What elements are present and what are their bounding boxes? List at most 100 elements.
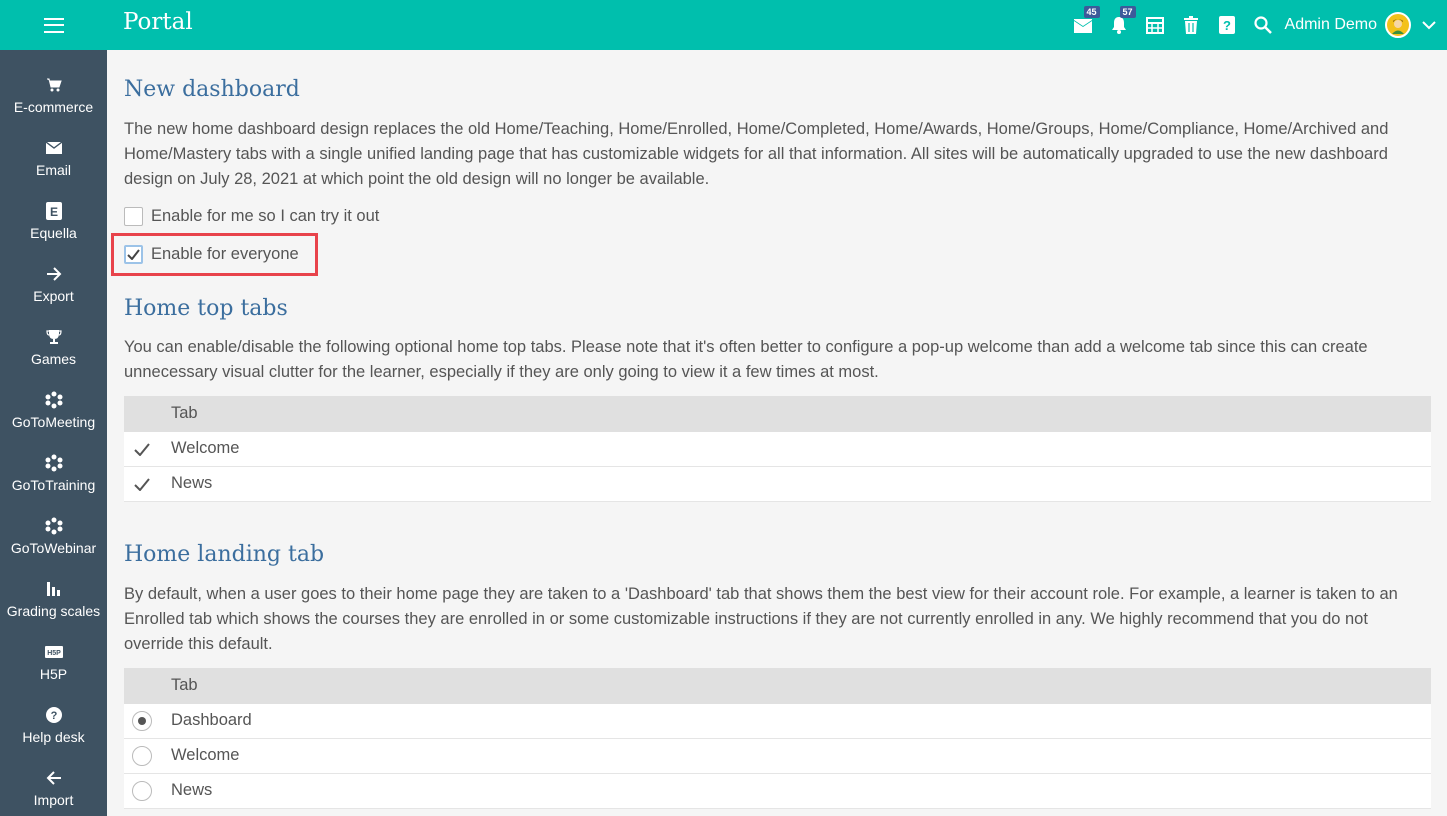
table-row: Welcome [124, 432, 1431, 467]
sidebar-item-label: GoToTraining [11, 477, 96, 493]
section-heading-home-landing-tab: Home landing tab [124, 542, 325, 567]
menu-toggle-button[interactable] [0, 0, 107, 50]
messages-button[interactable]: 45 [1065, 0, 1101, 50]
section-heading-new-dashboard: New dashboard [124, 77, 300, 102]
sidebar-item-gotomeeting[interactable]: GoToMeeting [0, 377, 107, 440]
sidebar-item-h5p[interactable]: H5P H5P [0, 629, 107, 692]
cart-icon [46, 78, 62, 92]
row-label: News [171, 781, 213, 799]
sidebar-item-label: Games [30, 351, 77, 367]
radio-unselected-icon [132, 746, 152, 766]
search-icon [1253, 16, 1272, 34]
home-top-tabs-description: You can enable/disable the following opt… [124, 338, 1368, 381]
help-button[interactable]: ? [1209, 0, 1245, 50]
sidebar-item-label: Equella [30, 225, 77, 241]
gotowebinar-icon [45, 517, 62, 535]
column-header-tab: Tab [171, 676, 198, 694]
sidebar-item-gototraining[interactable]: GoToTraining [0, 440, 107, 503]
table-header: Tab [124, 396, 1431, 432]
mail-icon [1073, 19, 1092, 33]
sidebar-item-label: E-commerce [13, 99, 94, 115]
search-button[interactable] [1245, 0, 1281, 50]
sidebar-item-export[interactable]: Export [0, 251, 107, 314]
table-row: Dashboard [124, 704, 1431, 739]
svg-text:?: ? [1223, 18, 1231, 33]
calendar-icon [1145, 17, 1164, 34]
sidebar-item-equella[interactable]: E Equella [0, 188, 107, 251]
row-label: Dashboard [171, 711, 252, 729]
section-heading-home-top-tabs: Home top tabs [124, 296, 288, 321]
equella-icon: E [45, 202, 62, 220]
sidebar-item-label: Import [33, 792, 74, 808]
home-landing-tab-table: Tab Dashboard Welcome News [124, 668, 1431, 809]
hamburger-icon [43, 17, 64, 33]
arrow-left-icon [46, 771, 61, 785]
sidebar-item-label: GoToMeeting [11, 414, 96, 430]
enable-for-me-option: Enable for me so I can try it out [124, 204, 379, 228]
sidebar: E-commerce Email E Equella Export Games … [0, 50, 107, 816]
enable-for-everyone-label[interactable]: Enable for everyone [151, 245, 299, 264]
table-row: Welcome [124, 739, 1431, 774]
bar-chart-icon [46, 582, 60, 596]
sidebar-item-label: Email [35, 162, 71, 178]
sidebar-item-import[interactable]: Import [0, 755, 107, 816]
trash-icon [1183, 16, 1198, 34]
trophy-icon [45, 330, 62, 344]
news-tab-checkbox[interactable] [132, 474, 152, 494]
checkmark-icon [127, 248, 140, 260]
h5p-icon: H5P [44, 646, 63, 658]
checkmark-icon [134, 442, 150, 456]
enable-for-me-checkbox[interactable] [124, 206, 143, 226]
checkmark-icon [134, 477, 150, 491]
welcome-radio[interactable] [132, 746, 152, 766]
trash-button[interactable] [1173, 0, 1209, 50]
notifications-badge: 57 [1119, 6, 1136, 18]
question-circle-icon: ? [45, 707, 62, 723]
sidebar-item-label: Export [33, 288, 74, 304]
radio-selected-icon [132, 711, 152, 731]
mail-badge: 45 [1083, 6, 1100, 18]
calendar-button[interactable] [1137, 0, 1173, 50]
bell-icon [1111, 17, 1126, 34]
sidebar-item-gotowebinar[interactable]: GoToWebinar [0, 503, 107, 566]
svg-text:?: ? [50, 710, 57, 722]
user-avatar-icon [1392, 19, 1404, 34]
news-radio[interactable] [132, 781, 152, 801]
avatar[interactable] [1385, 12, 1411, 38]
sidebar-item-label: GoToWebinar [10, 540, 97, 556]
sidebar-item-grading-scales[interactable]: Grading scales [0, 566, 107, 629]
app-title: Portal [123, 9, 193, 35]
sidebar-item-label: H5P [39, 666, 68, 682]
enable-for-me-label[interactable]: Enable for me so I can try it out [151, 207, 379, 226]
sidebar-item-help-desk[interactable]: ? Help desk [0, 692, 107, 755]
sidebar-item-label: Grading scales [6, 603, 101, 619]
top-bar: Portal 45 57 ? Admin Demo [0, 0, 1447, 50]
radio-unselected-icon [132, 781, 152, 801]
enable-for-everyone-checkbox[interactable] [124, 244, 143, 264]
sidebar-item-games[interactable]: Games [0, 314, 107, 377]
notifications-button[interactable]: 57 [1101, 0, 1137, 50]
home-landing-tab-description: By default, when a user goes to their ho… [124, 585, 1398, 653]
row-label: Welcome [171, 746, 240, 764]
table-row: News [124, 774, 1431, 809]
dashboard-radio[interactable] [132, 711, 152, 731]
gotomeeting-icon [45, 391, 62, 409]
top-toolbar: 45 57 ? Admin Demo [1065, 0, 1447, 50]
arrow-right-icon [46, 267, 61, 281]
row-label: News [171, 474, 213, 492]
question-icon: ? [1218, 16, 1235, 34]
gototraining-icon [45, 454, 62, 472]
welcome-tab-checkbox[interactable] [132, 439, 152, 459]
enable-for-everyone-option: Enable for everyone [124, 242, 299, 266]
new-dashboard-description: The new home dashboard design replaces t… [124, 120, 1389, 188]
user-name[interactable]: Admin Demo [1285, 16, 1377, 34]
home-top-tabs-table: Tab Welcome News [124, 396, 1431, 502]
table-row: News [124, 467, 1431, 502]
sidebar-item-ecommerce[interactable]: E-commerce [0, 62, 107, 125]
envelope-icon [45, 142, 62, 154]
sidebar-item-email[interactable]: Email [0, 125, 107, 188]
user-menu-toggle[interactable] [1411, 0, 1447, 50]
column-header-tab: Tab [171, 404, 198, 422]
row-label: Welcome [171, 439, 240, 457]
svg-text:E: E [49, 205, 57, 219]
